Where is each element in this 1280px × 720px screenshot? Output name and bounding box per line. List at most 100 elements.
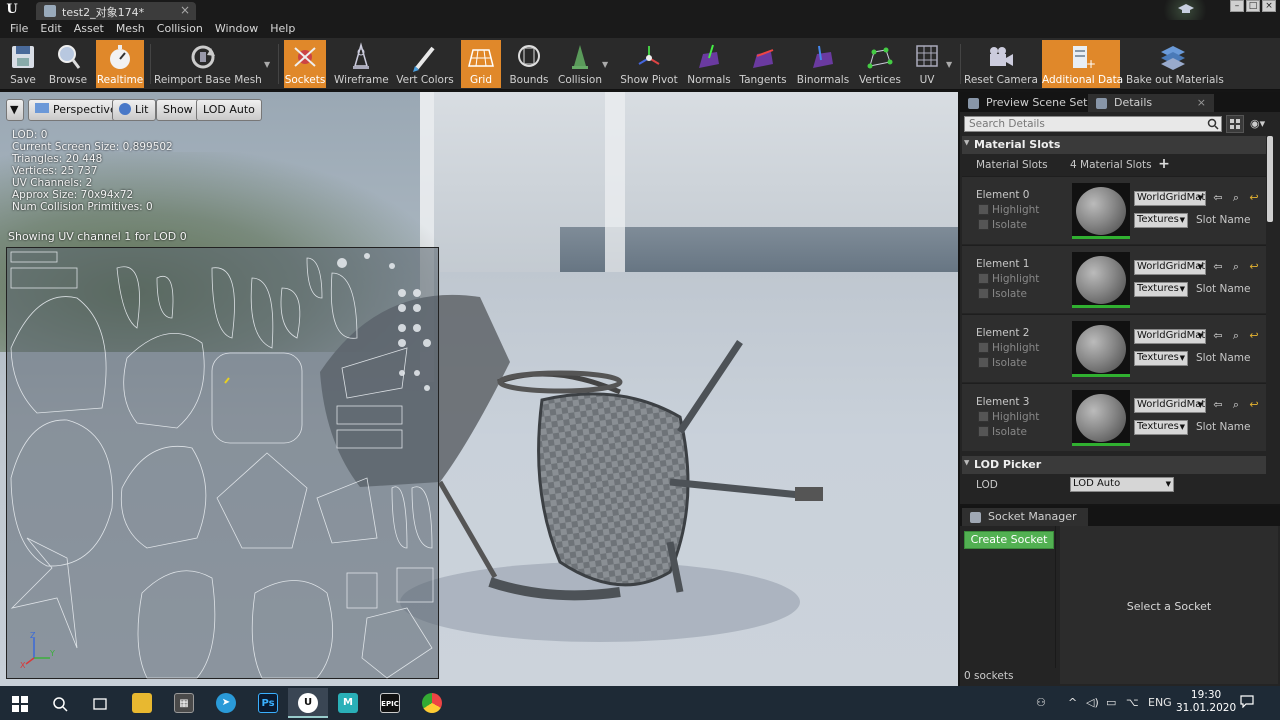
isolate-checkbox[interactable] [978, 357, 989, 368]
material-picker[interactable]: WorldGridMat [1134, 329, 1206, 344]
graduation-cap-icon[interactable] [1178, 3, 1194, 15]
chrome-app[interactable] [412, 688, 452, 718]
maya-app[interactable]: M [328, 688, 368, 718]
language-indicator[interactable]: ENG [1148, 696, 1172, 709]
search-details-input[interactable]: Search Details [964, 116, 1222, 132]
epic-games-app[interactable]: EPIC [370, 688, 410, 718]
close-button[interactable]: × [1262, 0, 1276, 12]
menu-help[interactable]: Help [264, 20, 301, 38]
highlight-checkbox[interactable] [978, 411, 989, 422]
use-selected-arrow-icon[interactable]: ⇦ [1212, 399, 1224, 411]
view-options-grid-icon[interactable] [1226, 115, 1244, 133]
reimport-base-mesh-button[interactable]: Reimport Base Mesh [154, 40, 262, 88]
isolate-checkbox[interactable] [978, 426, 989, 437]
telegram-app[interactable]: ➤ [206, 688, 246, 718]
uv-button[interactable]: UV [908, 40, 946, 88]
photoshop-app[interactable]: Ps [248, 688, 288, 718]
isolate-checkbox[interactable] [978, 219, 989, 230]
tab-details[interactable]: Details × [1088, 94, 1214, 112]
realtime-button[interactable]: Realtime [96, 40, 144, 88]
browse-search-icon[interactable]: ⌕ [1230, 330, 1242, 342]
tab-close-icon[interactable]: × [180, 3, 190, 17]
task-view-button[interactable] [80, 688, 120, 718]
unreal-engine-app[interactable]: U [288, 688, 328, 718]
bounds-button[interactable]: Bounds [508, 40, 550, 88]
viewport[interactable]: ▼ Perspective Lit Show LOD Auto LOD: 0 C… [0, 92, 958, 686]
menu-mesh[interactable]: Mesh [110, 20, 151, 38]
reset-arrow-icon[interactable]: ↩ [1248, 261, 1260, 273]
menu-window[interactable]: Window [209, 20, 264, 38]
menu-file[interactable]: File [4, 20, 34, 38]
collision-dropdown-icon[interactable]: ▼ [602, 60, 608, 69]
taskbar-search-button[interactable] [40, 688, 80, 718]
viewport-options-dropdown[interactable]: ▼ [6, 99, 24, 121]
reimport-dropdown-icon[interactable]: ▼ [264, 60, 270, 69]
browse-search-icon[interactable]: ⌕ [1230, 192, 1242, 204]
reset-arrow-icon[interactable]: ↩ [1248, 399, 1260, 411]
details-scrollbar[interactable] [1267, 136, 1273, 222]
clock[interactable]: 19:30 31.01.2020 [1176, 689, 1236, 715]
network-icon[interactable]: ▭ [1106, 696, 1116, 709]
show-button[interactable]: Show [156, 99, 200, 121]
collision-button[interactable]: Collision [556, 40, 604, 88]
file-explorer-app[interactable] [122, 688, 162, 718]
lod-picker-section-header[interactable]: LOD Picker [962, 456, 1266, 474]
wireframe-button[interactable]: Wireframe [334, 40, 389, 88]
textures-dropdown[interactable]: Textures [1134, 351, 1188, 366]
save-button[interactable]: Save [4, 40, 42, 88]
material-thumbnail[interactable] [1072, 321, 1130, 377]
textures-dropdown[interactable]: Textures [1134, 213, 1188, 228]
binormals-button[interactable]: Binormals [796, 40, 850, 88]
material-picker[interactable]: WorldGridMat [1134, 191, 1206, 206]
isolate-checkbox[interactable] [978, 288, 989, 299]
tray-chevron-icon[interactable]: ^ [1068, 696, 1077, 709]
volume-icon[interactable]: ◁) [1086, 696, 1099, 709]
visibility-eye-icon[interactable]: ◉▾ [1250, 117, 1272, 131]
browse-search-icon[interactable]: ⌕ [1230, 261, 1242, 273]
menu-asset[interactable]: Asset [68, 20, 110, 38]
material-thumbnail[interactable] [1072, 183, 1130, 239]
material-picker[interactable]: WorldGridMat [1134, 260, 1206, 275]
lit-button[interactable]: Lit [112, 99, 156, 121]
minimize-button[interactable]: – [1230, 0, 1244, 12]
create-socket-button[interactable]: Create Socket [964, 531, 1054, 549]
menu-edit[interactable]: Edit [34, 20, 67, 38]
browse-button[interactable]: Browse [46, 40, 90, 88]
reset-camera-button[interactable]: Reset Camera [964, 40, 1038, 88]
textures-dropdown[interactable]: Textures [1134, 282, 1188, 297]
bake-out-materials-button[interactable]: Bake out Materials [1126, 40, 1224, 88]
additional-data-button[interactable]: + Additional Data [1042, 40, 1123, 88]
uv-dropdown-icon[interactable]: ▼ [946, 60, 952, 69]
highlight-checkbox[interactable] [978, 204, 989, 215]
document-tab[interactable]: test2_对象174* × [36, 2, 196, 20]
show-pivot-button[interactable]: Show Pivot [620, 40, 678, 88]
add-material-slot-icon[interactable]: + [1158, 157, 1170, 171]
material-slots-section-header[interactable]: Material Slots [962, 136, 1266, 154]
highlight-checkbox[interactable] [978, 342, 989, 353]
calculator-app[interactable]: ▦ [164, 688, 204, 718]
maximize-button[interactable]: □ [1246, 0, 1260, 12]
tab-socket-manager[interactable]: Socket Manager [962, 508, 1088, 526]
grid-button[interactable]: Grid [461, 40, 501, 88]
menu-collision[interactable]: Collision [151, 20, 209, 38]
use-selected-arrow-icon[interactable]: ⇦ [1212, 261, 1224, 273]
textures-dropdown[interactable]: Textures [1134, 420, 1188, 435]
material-picker[interactable]: WorldGridMat [1134, 398, 1206, 413]
material-thumbnail[interactable] [1072, 390, 1130, 446]
tangents-button[interactable]: Tangents [738, 40, 788, 88]
material-thumbnail[interactable] [1072, 252, 1130, 308]
browse-search-icon[interactable]: ⌕ [1230, 399, 1242, 411]
use-selected-arrow-icon[interactable]: ⇦ [1212, 192, 1224, 204]
normals-button[interactable]: Normals [686, 40, 732, 88]
vertices-button[interactable]: Vertices [858, 40, 902, 88]
lod-dropdown[interactable]: LOD Auto [1070, 477, 1174, 492]
tab-close-icon[interactable]: × [1197, 96, 1206, 109]
sockets-button[interactable]: Sockets [284, 40, 326, 88]
vert-colors-button[interactable]: Vert Colors [396, 40, 454, 88]
usb-icon[interactable]: ⌥ [1126, 696, 1139, 709]
lod-auto-button[interactable]: LOD Auto [196, 99, 262, 121]
notification-icon[interactable] [1240, 694, 1254, 711]
use-selected-arrow-icon[interactable]: ⇦ [1212, 330, 1224, 342]
people-icon[interactable]: ⚇ [1036, 696, 1046, 709]
windows-start-button[interactable] [0, 688, 40, 718]
